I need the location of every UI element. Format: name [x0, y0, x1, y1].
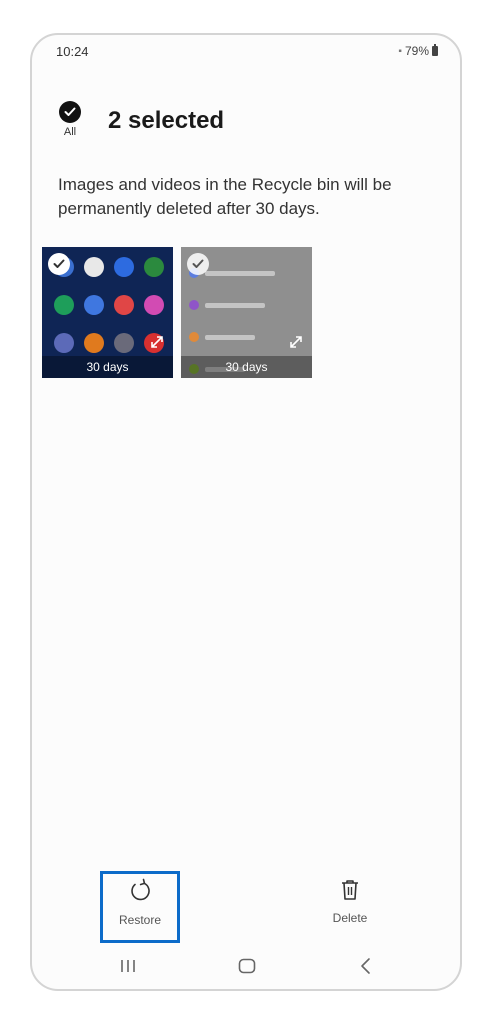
- trash-icon: [342, 880, 358, 900]
- check-icon: [59, 101, 81, 123]
- selected-check-icon[interactable]: [48, 253, 70, 275]
- restore-icon: [131, 878, 150, 901]
- back-icon[interactable]: [354, 955, 378, 977]
- bottom-action-bar: Restore Delete: [32, 861, 460, 943]
- battery-indicator: ▪ 79%: [398, 44, 438, 58]
- app-screen-preview: [54, 257, 164, 353]
- home-icon[interactable]: [235, 955, 259, 977]
- recycle-bin-info: Images and videos in the Recycle bin wil…: [58, 175, 392, 218]
- status-time: 10:24: [56, 44, 89, 59]
- select-all-toggle[interactable]: All: [56, 101, 84, 138]
- days-remaining: 30 days: [181, 356, 312, 378]
- recents-icon[interactable]: [116, 955, 140, 977]
- restore-button[interactable]: Restore: [100, 871, 180, 943]
- battery-percent: 79%: [404, 44, 429, 58]
- media-thumbnail[interactable]: 30 days: [181, 247, 312, 378]
- expand-icon[interactable]: [149, 334, 165, 350]
- status-bar: 10:24 ▪ 79%: [32, 35, 460, 69]
- phone-frame: 10:24 ▪ 79% All 2 selected Images and vi…: [30, 33, 462, 991]
- expand-icon[interactable]: [288, 334, 304, 350]
- days-remaining: 30 days: [42, 356, 173, 378]
- select-all-label: All: [63, 126, 77, 138]
- delete-button[interactable]: Delete: [310, 871, 390, 943]
- battery-icon: [432, 44, 438, 56]
- selected-check-icon[interactable]: [187, 253, 209, 275]
- media-thumbnail[interactable]: 30 days: [42, 247, 173, 378]
- navigation-bar: [32, 947, 460, 985]
- delete-label: Delete: [332, 911, 368, 925]
- page-title: 2 selected: [108, 107, 225, 134]
- restore-label: Restore: [118, 913, 162, 927]
- signal-icon: ▪: [398, 45, 402, 57]
